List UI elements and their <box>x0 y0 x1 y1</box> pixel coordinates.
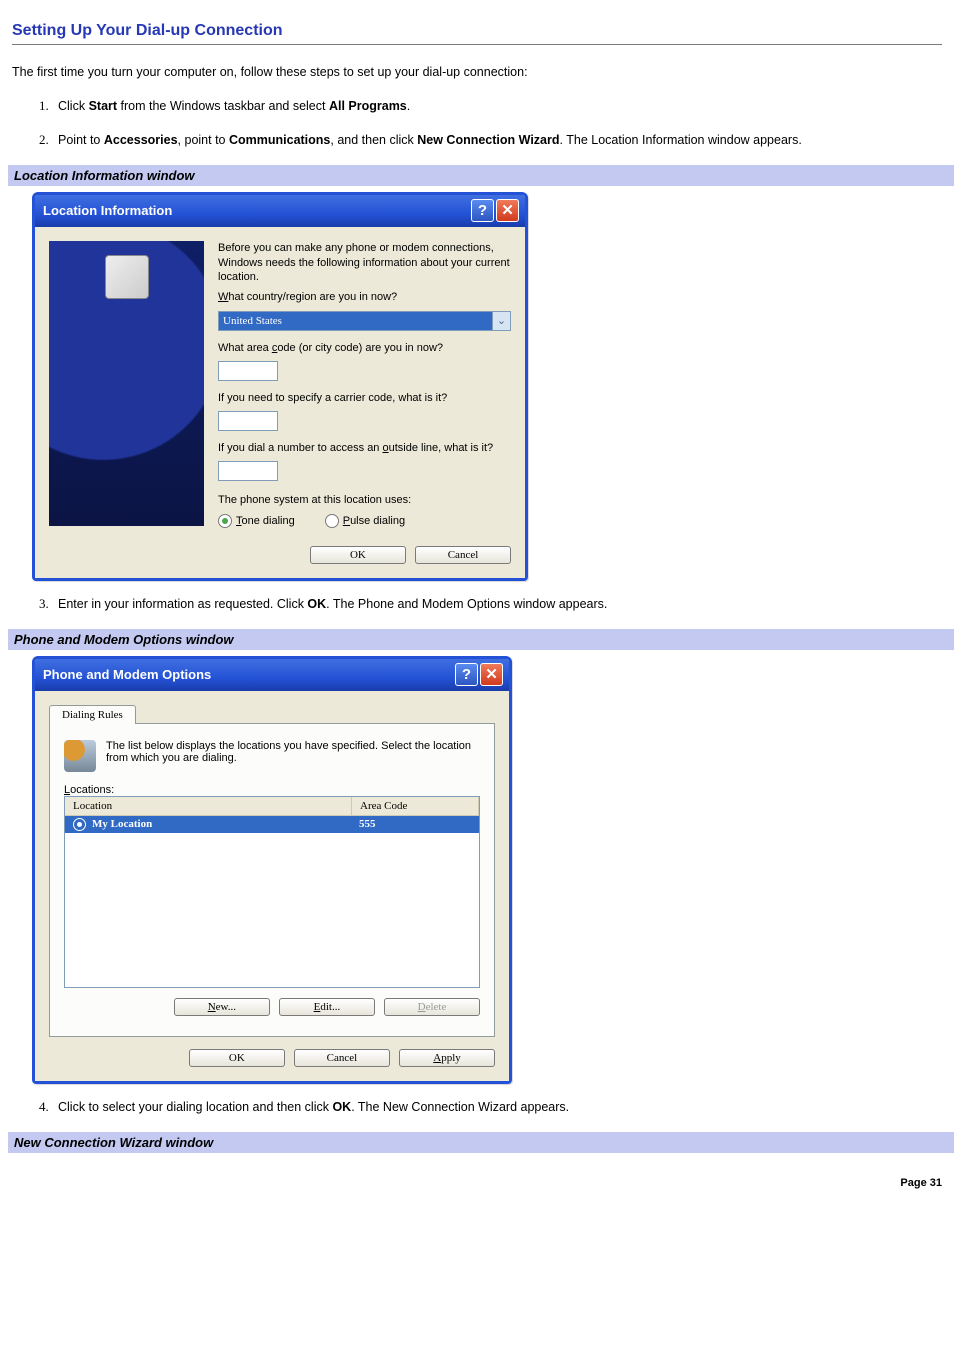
caption-location-info: Location Information window <box>8 165 954 186</box>
listview-header: Location Area Code <box>65 797 479 816</box>
tab-panel: The list below displays the locations yo… <box>49 723 495 1037</box>
step-4: Click to select your dialing location an… <box>52 1098 942 1116</box>
step-3: Enter in your information as requested. … <box>52 595 942 613</box>
pm-description: The list below displays the locations yo… <box>106 740 480 764</box>
cancel-button[interactable]: Cancel <box>294 1049 390 1067</box>
close-button[interactable]: ✕ <box>496 199 519 222</box>
pulse-dialing-radio[interactable]: Pulse dialing <box>325 514 405 528</box>
edit-button[interactable]: Edit... <box>279 998 375 1016</box>
close-button[interactable]: ✕ <box>480 663 503 686</box>
chevron-down-icon: ⌄ <box>492 312 510 330</box>
intro-text: The first time you turn your computer on… <box>12 63 942 81</box>
apply-button[interactable]: Apply <box>399 1049 495 1067</box>
locations-listview[interactable]: Location Area Code My Location 555 <box>64 796 480 988</box>
titlebar: Phone and Modem Options ? ✕ <box>35 659 509 691</box>
titlebar: Location Information ? ✕ <box>35 195 525 227</box>
location-information-dialog: Location Information ? ✕ Before you can … <box>32 192 528 580</box>
carrier-label: If you need to specify a carrier code, w… <box>218 391 511 405</box>
step-list-cont: Enter in your information as requested. … <box>12 595 942 613</box>
dialog-title: Location Information <box>43 203 469 218</box>
country-select[interactable]: United States ⌄ <box>218 311 511 331</box>
radio-selected-icon <box>73 818 86 831</box>
tone-dialing-radio[interactable]: Tone dialing <box>218 514 295 528</box>
step-list: Click Start from the Windows taskbar and… <box>12 97 942 149</box>
area-code-input[interactable] <box>218 361 278 381</box>
tab-dialing-rules[interactable]: Dialing Rules <box>49 705 136 724</box>
phone-modem-dialog: Phone and Modem Options ? ✕ Dialing Rule… <box>32 656 512 1084</box>
listview-row-selected[interactable]: My Location 555 <box>65 816 479 833</box>
step-2: Point to Accessories, point to Communica… <box>52 131 942 149</box>
help-button[interactable]: ? <box>455 663 478 686</box>
ok-button[interactable]: OK <box>310 546 406 564</box>
system-label: The phone system at this location uses: <box>218 493 511 507</box>
phone-modem-icon <box>64 740 96 772</box>
country-label: What country/region are you in now? <box>218 290 511 304</box>
help-button[interactable]: ? <box>471 199 494 222</box>
page-number: Page 31 <box>12 1177 942 1189</box>
locations-label: Locations: <box>64 784 480 796</box>
step-1: Click Start from the Windows taskbar and… <box>52 97 942 115</box>
area-label: What area code (or city code) are you in… <box>218 341 511 355</box>
caption-new-connection-wizard: New Connection Wizard window <box>8 1132 954 1153</box>
delete-button[interactable]: Delete <box>384 998 480 1016</box>
outside-line-input[interactable] <box>218 461 278 481</box>
loc-intro: Before you can make any phone or modem c… <box>218 241 511 284</box>
outside-label: If you dial a number to access an outsid… <box>218 441 511 455</box>
ok-button[interactable]: OK <box>189 1049 285 1067</box>
dialog-artwork <box>49 241 204 526</box>
dialog-title: Phone and Modem Options <box>43 667 453 682</box>
phone-icon <box>105 255 149 299</box>
page-title: Setting Up Your Dial-up Connection <box>12 22 942 45</box>
col-location: Location <box>65 797 352 815</box>
carrier-code-input[interactable] <box>218 411 278 431</box>
col-area: Area Code <box>352 797 479 815</box>
cancel-button[interactable]: Cancel <box>415 546 511 564</box>
new-button[interactable]: New... <box>174 998 270 1016</box>
caption-phone-modem: Phone and Modem Options window <box>8 629 954 650</box>
step-list-cont2: Click to select your dialing location an… <box>12 1098 942 1116</box>
